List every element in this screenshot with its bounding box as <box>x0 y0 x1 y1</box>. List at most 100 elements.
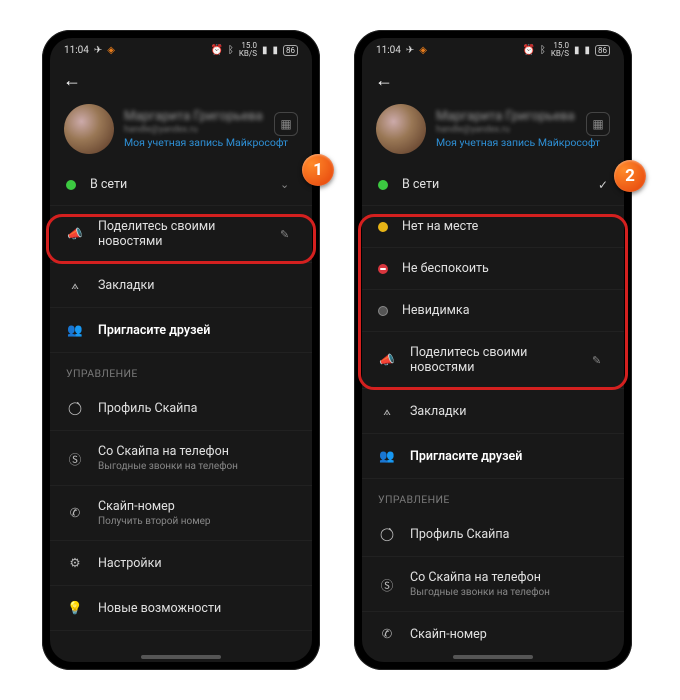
signal-icon: ▮ <box>262 45 268 56</box>
skype-number-label: Скайп-номер <box>410 627 608 642</box>
skype-phone-sub: Выгодные звонки на телефон <box>410 587 608 598</box>
phone-icon: ✆ <box>378 625 396 643</box>
bt-icon: ᛒ <box>540 45 546 56</box>
pencil-icon: ✎ <box>280 228 296 241</box>
status-bar: 11:04 ✈ ◈ ⏰ ᛒ 15.0KB/S ▮ ▮ 86 <box>362 38 624 62</box>
qr-icon[interactable]: ▦ <box>274 112 298 136</box>
megaphone-icon: 📣 <box>378 351 396 369</box>
pencil-icon: ✎ <box>592 354 608 367</box>
alarm-icon: ⏰ <box>522 45 534 56</box>
avatar[interactable] <box>376 104 426 154</box>
manage-header: УПРАВЛЕНИЕ <box>50 353 312 386</box>
signal-icon-2: ▮ <box>584 45 590 56</box>
share-label: Поделитесь своими новостями <box>98 219 266 249</box>
account-link[interactable]: Моя учетная запись Майкрософт <box>436 136 600 149</box>
home-indicator <box>141 655 221 659</box>
profile-email: handle@yandex.ru <box>124 125 288 135</box>
avatar[interactable] <box>64 104 114 154</box>
phone-left: 11:04 ✈ ◈ ⏰ ᛒ 15.0KB/S ▮ ▮ 86 ← <box>42 30 320 670</box>
chevron-down-icon: ⌄ <box>280 178 296 191</box>
skype-profile-label: Профиль Скайпа <box>98 401 296 416</box>
skype-profile-label: Профиль Скайпа <box>410 527 608 542</box>
profile-name: Маргарита Григорьева <box>436 109 600 124</box>
status-dot-yellow <box>378 222 388 232</box>
bookmarks-label: Закладки <box>410 404 608 419</box>
profile-email: handle@yandex.ru <box>436 125 600 135</box>
screen-right: 11:04 ✈ ◈ ⏰ ᛒ 15.0KB/S ▮ ▮ 86 ← <box>362 38 624 662</box>
skype-number-row[interactable]: ✆ Скайп-номер <box>362 612 624 656</box>
share-row[interactable]: 📣 Поделитесь своими новостями ✎ <box>50 206 312 263</box>
gear-icon: ⚙ <box>66 554 84 572</box>
bulb-icon: 💡 <box>66 599 84 617</box>
top-bar: ← <box>50 62 312 98</box>
status-dot-green <box>378 180 388 190</box>
skype-icon: Ⓢ <box>66 449 84 467</box>
invite-label: Пригласите друзей <box>98 323 296 338</box>
screen-left: 11:04 ✈ ◈ ⏰ ᛒ 15.0KB/S ▮ ▮ 86 ← <box>50 38 312 662</box>
skype-number-sub: Получить второй номер <box>98 516 296 527</box>
clock: 11:04 <box>64 45 89 56</box>
status-icon: ◈ <box>107 45 115 56</box>
bt-icon: ᛒ <box>228 45 234 56</box>
skype-number-label: Скайп-номер <box>98 499 296 514</box>
account-link[interactable]: Моя учетная запись Майкрософт <box>124 136 288 149</box>
status-option-dnd[interactable]: Не беспокоить <box>362 248 624 290</box>
battery: 86 <box>595 45 610 56</box>
status-option-invisible[interactable]: Невидимка <box>362 290 624 332</box>
status-label: В сети <box>90 177 266 192</box>
skype-number-row[interactable]: ✆ Скайп-номер Получить второй номер <box>50 486 312 541</box>
skype-profile-row[interactable]: ◯̀ Профиль Скайпа <box>50 386 312 431</box>
status-icon: ◈ <box>419 45 427 56</box>
bookmarks-row[interactable]: ⟑ Закладки <box>50 263 312 308</box>
home-indicator <box>453 655 533 659</box>
people-icon: 👥 <box>378 447 396 465</box>
share-label: Поделитесь своими новостями <box>410 345 578 375</box>
profile-block: Маргарита Григорьева handle@yandex.ru Мо… <box>362 98 624 164</box>
bookmark-icon: ⟑ <box>66 276 84 294</box>
bookmarks-row[interactable]: ⟑ Закладки <box>362 389 624 434</box>
telegram-icon: ✈ <box>94 45 102 56</box>
callout-1: 1 <box>302 154 334 186</box>
phone-right: 11:04 ✈ ◈ ⏰ ᛒ 15.0KB/S ▮ ▮ 86 ← <box>354 30 632 670</box>
callout-2: 2 <box>614 160 646 192</box>
signal-icon: ▮ <box>574 45 580 56</box>
skype-phone-sub: Выгодные звонки на телефон <box>98 461 296 472</box>
megaphone-icon: 📣 <box>66 225 84 243</box>
alarm-icon: ⏰ <box>210 45 222 56</box>
back-button[interactable]: ← <box>60 68 84 92</box>
skype-icon: Ⓢ <box>378 575 396 593</box>
settings-label: Настройки <box>98 556 296 571</box>
whatsnew-row[interactable]: 💡 Новые возможности <box>50 586 312 631</box>
qr-icon[interactable]: ▦ <box>586 112 610 136</box>
check-icon: ✓ <box>598 178 608 192</box>
invite-row[interactable]: 👥 Пригласите друзей <box>50 308 312 353</box>
whatsnew-label: Новые возможности <box>98 601 296 616</box>
top-bar: ← <box>362 62 624 98</box>
back-button[interactable]: ← <box>372 68 396 92</box>
manage-header: УПРАВЛЕНИЕ <box>362 479 624 512</box>
status-dot-gray <box>378 306 388 316</box>
people-icon: 👥 <box>66 321 84 339</box>
net-speed: 15.0KB/S <box>551 42 569 58</box>
profile-name: Маргарита Григорьева <box>124 109 288 124</box>
clock: 11:04 <box>376 45 401 56</box>
bookmarks-label: Закладки <box>98 278 296 293</box>
status-option-online[interactable]: В сети ✓ <box>362 164 624 206</box>
status-dot-green <box>66 180 76 190</box>
net-speed: 15.0KB/S <box>239 42 257 58</box>
person-icon: ◯̀ <box>378 525 396 543</box>
status-row[interactable]: В сети ⌄ <box>50 164 312 206</box>
profile-block: Маргарита Григорьева handle@yandex.ru Мо… <box>50 98 312 164</box>
settings-row[interactable]: ⚙ Настройки <box>50 541 312 586</box>
skype-to-phone-row[interactable]: Ⓢ Со Скайпа на телефон Выгодные звонки н… <box>50 431 312 486</box>
skype-to-phone-row[interactable]: Ⓢ Со Скайпа на телефон Выгодные звонки н… <box>362 557 624 612</box>
invite-label: Пригласите друзей <box>410 449 608 464</box>
status-option-away[interactable]: Нет на месте <box>362 206 624 248</box>
skype-phone-label: Со Скайпа на телефон <box>410 570 608 585</box>
skype-profile-row[interactable]: ◯̀ Профиль Скайпа <box>362 512 624 557</box>
person-icon: ◯̀ <box>66 399 84 417</box>
invite-row[interactable]: 👥 Пригласите друзей <box>362 434 624 479</box>
battery: 86 <box>283 45 298 56</box>
phone-icon: ✆ <box>66 504 84 522</box>
share-row[interactable]: 📣 Поделитесь своими новостями ✎ <box>362 332 624 389</box>
